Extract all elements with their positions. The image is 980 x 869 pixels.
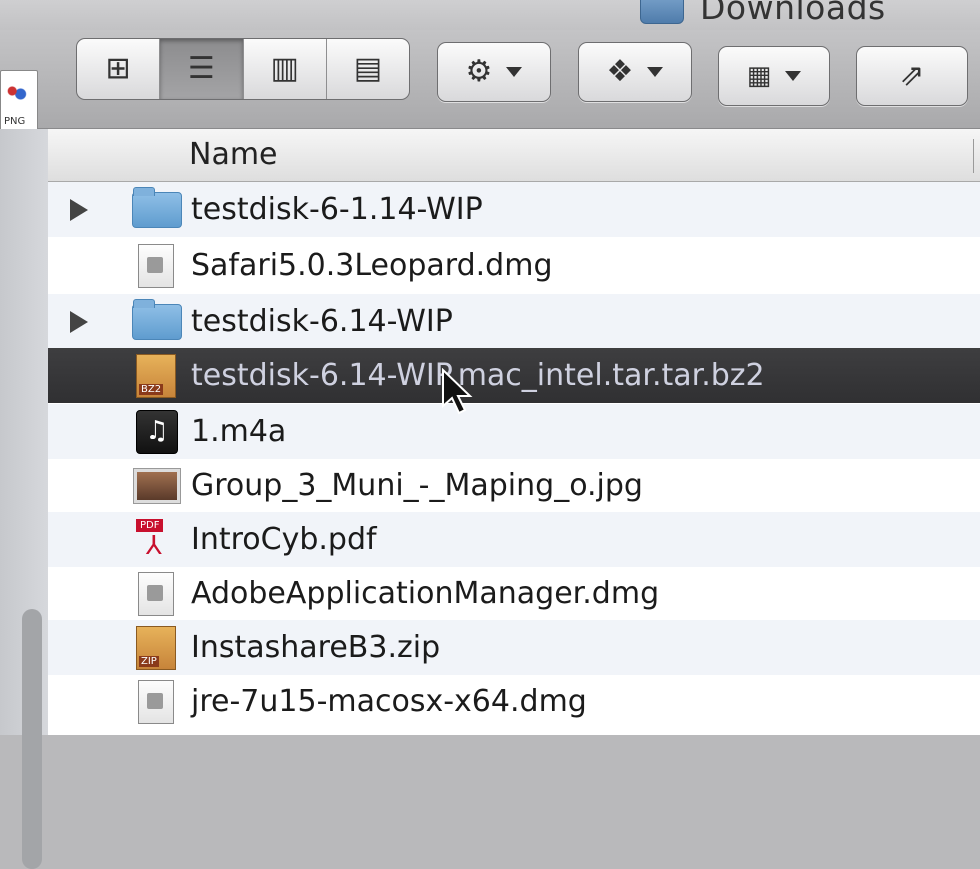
file-name: jre-7u15-macosx-x64.dmg bbox=[191, 684, 587, 719]
file-name: IntroCyb.pdf bbox=[191, 522, 377, 557]
coverflow-icon: ▤ bbox=[353, 51, 383, 86]
list-icon: ☰ bbox=[187, 51, 215, 86]
chevron-down-icon bbox=[785, 71, 802, 81]
icon-view-button[interactable]: ⊞ bbox=[77, 39, 161, 99]
file-name: testdisk-6-1.14-WIP bbox=[191, 192, 483, 227]
action-menu-button[interactable]: ⚙ bbox=[437, 42, 551, 102]
disk-image-icon bbox=[138, 679, 174, 724]
columns-icon: ▥ bbox=[270, 51, 299, 86]
file-name: testdisk-6.14-WIP.mac_intel.tar.tar.bz2 bbox=[191, 358, 765, 393]
gear-icon: ⚙ bbox=[465, 54, 493, 89]
column-view-button[interactable]: ▥ bbox=[244, 39, 327, 99]
disclosure-triangle-icon[interactable] bbox=[70, 310, 88, 333]
mouse-pointer-icon bbox=[442, 368, 473, 415]
table-row[interactable]: ♫ 1.m4a bbox=[48, 404, 980, 459]
sidebar bbox=[0, 129, 49, 869]
share-button[interactable]: ⇗ bbox=[856, 46, 968, 106]
desktop-file-label: PNG bbox=[4, 116, 26, 127]
file-name: 1.m4a bbox=[191, 414, 287, 449]
arrange-menu-button[interactable]: ▦ bbox=[718, 46, 830, 106]
view-mode-segmented-control: ⊞ ☰ ▥ ▤ bbox=[76, 38, 410, 100]
disk-image-icon bbox=[138, 243, 174, 288]
window-titlebar: Downloads bbox=[0, 0, 980, 30]
sidebar-scrollbar[interactable] bbox=[22, 609, 42, 869]
downloads-folder-icon bbox=[640, 0, 684, 24]
file-list: testdisk-6-1.14-WIP Safari5.0.3Leopard.d… bbox=[48, 182, 980, 735]
file-name: Group_3_Muni_-_Maping_o.jpg bbox=[191, 468, 643, 503]
archive-icon bbox=[136, 353, 176, 398]
image-icon bbox=[133, 467, 181, 504]
table-row[interactable]: PDF ⅄ IntroCyb.pdf bbox=[48, 512, 980, 567]
window-title: Downloads bbox=[700, 0, 886, 27]
chevron-down-icon bbox=[647, 67, 664, 77]
dropbox-icon: ❖ bbox=[606, 54, 634, 89]
file-name: testdisk-6.14-WIP bbox=[191, 304, 453, 339]
table-row[interactable]: Safari5.0.3Leopard.dmg bbox=[48, 238, 980, 293]
list-column-header: Name bbox=[48, 129, 980, 182]
zip-icon bbox=[136, 625, 176, 670]
file-name: InstashareB3.zip bbox=[191, 630, 441, 665]
table-row[interactable]: AdobeApplicationManager.dmg bbox=[48, 566, 980, 621]
folder-icon bbox=[132, 299, 182, 340]
disclosure-triangle-icon[interactable] bbox=[70, 198, 88, 221]
table-row-selected[interactable]: testdisk-6.14-WIP.mac_intel.tar.tar.bz2 bbox=[48, 348, 980, 403]
table-row[interactable]: jre-7u15-macosx-x64.dmg bbox=[48, 674, 980, 729]
column-separator bbox=[973, 139, 974, 173]
folder-icon bbox=[132, 187, 182, 228]
chevron-down-icon bbox=[506, 67, 523, 77]
table-row[interactable]: testdisk-6.14-WIP bbox=[48, 294, 980, 349]
pdf-icon: PDF ⅄ bbox=[136, 518, 176, 561]
table-row[interactable]: Group_3_Muni_-_Maping_o.jpg bbox=[48, 458, 980, 513]
table-row[interactable]: InstashareB3.zip bbox=[48, 620, 980, 675]
music-icon: ♫ bbox=[136, 409, 178, 454]
grid-icon: ⊞ bbox=[105, 51, 131, 86]
dropbox-menu-button[interactable]: ❖ bbox=[578, 42, 692, 102]
share-icon: ⇗ bbox=[899, 58, 925, 93]
coverflow-view-button[interactable]: ▤ bbox=[327, 39, 409, 99]
file-name: Safari5.0.3Leopard.dmg bbox=[191, 248, 553, 283]
desktop-png-file-icon[interactable]: PNG bbox=[0, 70, 38, 132]
arrange-icon: ▦ bbox=[746, 61, 772, 91]
file-name: AdobeApplicationManager.dmg bbox=[191, 576, 660, 611]
table-row[interactable]: testdisk-6-1.14-WIP bbox=[48, 182, 980, 237]
name-column-header[interactable]: Name bbox=[189, 137, 278, 172]
list-view-button[interactable]: ☰ bbox=[160, 39, 244, 99]
disk-image-icon bbox=[138, 571, 174, 616]
